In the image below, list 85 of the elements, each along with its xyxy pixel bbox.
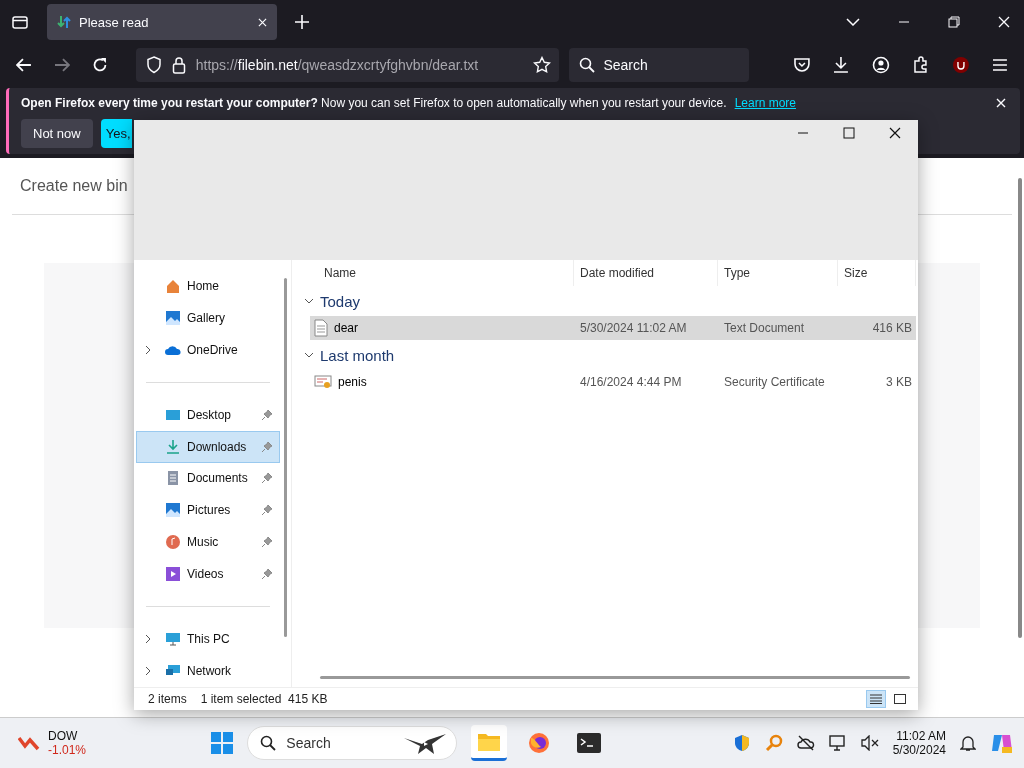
notification-text: Open Firefox every time you restart your computer? Now you can set Firefox to open automatically when you restart your device. — [21, 96, 727, 110]
size-cell-text: 416 KB — [871, 321, 913, 335]
nav-item[interactable]: Desktop — [136, 398, 280, 431]
chevron-down-icon[interactable] — [846, 18, 860, 26]
nav-item[interactable]: This PC — [136, 623, 280, 656]
file-explorer-icon[interactable] — [471, 725, 508, 762]
selection-info: 1 item selected 415 KB — [200, 692, 328, 706]
group-header[interactable]: Last month — [320, 346, 395, 364]
video-icon — [165, 566, 181, 583]
nav-item[interactable]: Home — [136, 270, 280, 302]
monitor-icon[interactable] — [828, 735, 847, 752]
nav-item[interactable]: Gallery — [136, 301, 280, 334]
dismiss-button[interactable]: Not now — [21, 119, 93, 148]
ticker-change: -1.01% — [48, 743, 87, 758]
ticker-name: DOW — [48, 729, 79, 744]
home-icon — [165, 277, 181, 294]
document-icon — [165, 470, 181, 487]
item-count: 2 items — [148, 692, 187, 706]
file-row[interactable]: dear 5/30/2024 11:02 AM Text Document 416 KB — [310, 316, 916, 340]
column-header[interactable]: Date modified — [574, 260, 718, 286]
windows-logo-icon[interactable] — [211, 732, 234, 755]
size-cell-text: 3 KB — [885, 375, 913, 389]
gallery-icon — [165, 309, 181, 326]
date-cell-text: 5/30/2024 11:02 AM — [579, 321, 688, 335]
nav-item[interactable]: Network — [136, 655, 280, 687]
search-field[interactable]: Search — [569, 48, 749, 82]
nav-item[interactable]: Documents — [136, 462, 280, 495]
chevron-down-icon[interactable] — [304, 296, 314, 306]
back-icon[interactable] — [16, 58, 32, 72]
shield-extension-icon[interactable] — [952, 56, 971, 74]
type-cell-text: Security Certificate — [723, 375, 826, 389]
tab-list-icon[interactable] — [11, 14, 29, 30]
search-icon — [579, 57, 596, 73]
shield-icon[interactable] — [145, 56, 162, 74]
music-icon — [165, 534, 181, 551]
file-row[interactable]: penis 4/16/2024 4:44 PM Security Certificate 3 KB — [310, 370, 916, 394]
nav-item[interactable]: Music — [136, 526, 280, 559]
speaker-muted-icon[interactable] — [860, 735, 879, 752]
type-cell-text: Text Document — [723, 321, 806, 335]
download-icon — [165, 438, 181, 455]
details-view-button[interactable] — [866, 690, 886, 708]
clock[interactable]: 11:02 AM 5/30/2024 — [892, 729, 946, 758]
column-header[interactable]: Name — [300, 260, 574, 286]
arrows-icon — [57, 15, 71, 29]
accept-button[interactable]: Yes, — [100, 119, 132, 148]
menu-icon[interactable] — [992, 58, 1008, 72]
nav-item[interactable]: Downloads — [136, 430, 280, 463]
certificate-icon — [314, 374, 332, 390]
nav-item[interactable]: OneDrive — [136, 333, 280, 366]
column-header[interactable]: Size — [838, 260, 916, 286]
monitor-icon — [165, 631, 181, 648]
text-file-icon — [314, 319, 328, 337]
bell-icon[interactable] — [960, 734, 976, 753]
close-tab-icon[interactable] — [258, 17, 267, 27]
browser-tab[interactable]: Please read — [47, 4, 277, 40]
new-tab-icon[interactable] — [295, 15, 309, 29]
forward-icon[interactable] — [53, 58, 70, 72]
account-icon[interactable] — [872, 56, 891, 74]
reload-icon[interactable] — [91, 57, 108, 73]
chevron-down-icon[interactable] — [304, 350, 314, 360]
download-icon[interactable] — [832, 56, 851, 74]
column-header[interactable]: Type — [718, 260, 838, 286]
page-heading: Create new bin — [20, 177, 128, 195]
stock-chart-icon — [18, 735, 40, 752]
address-bar[interactable]: https://filebin.net/qweasdzxcrtyfghvbn/dear.txt — [135, 48, 560, 82]
pocket-icon[interactable] — [792, 56, 811, 74]
search-icon — [260, 735, 277, 752]
maximize-icon[interactable] — [843, 127, 855, 139]
file-name: penis — [338, 375, 367, 389]
nav-item[interactable]: Pictures — [136, 494, 280, 527]
list-icon — [870, 694, 882, 704]
restore-icon[interactable] — [948, 16, 960, 28]
cloud-off-icon[interactable] — [796, 735, 815, 752]
close-icon[interactable] — [889, 127, 901, 139]
square-icon — [894, 694, 906, 704]
nav-item[interactable]: Videos — [136, 558, 280, 591]
gallery-icon — [165, 502, 181, 519]
group-header[interactable]: Today — [320, 292, 361, 310]
taskbar-search-field[interactable]: Search — [247, 726, 458, 761]
lock-icon[interactable] — [171, 56, 186, 74]
file-name: dear — [334, 321, 359, 335]
learn-more-link[interactable]: Learn more — [734, 96, 796, 110]
star-icon[interactable] — [533, 56, 552, 74]
url-text: https://filebin.net/qweasdzxcrtyfghvbn/dear.txt — [195, 57, 479, 73]
date-cell-text: 4/16/2024 4:44 PM — [579, 375, 683, 389]
